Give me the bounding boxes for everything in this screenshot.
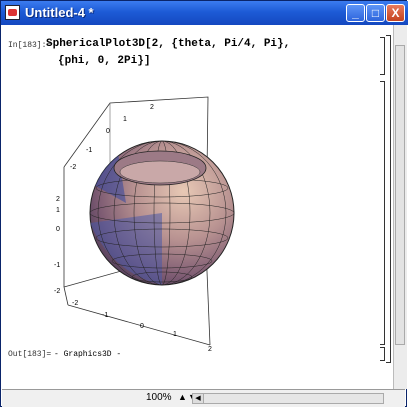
input-code-line-2[interactable]: {phi, 0, 2Pi}] <box>58 55 150 67</box>
z-tick-label: -2 <box>70 164 76 171</box>
bounding-box-edge <box>67 304 211 346</box>
x-tick-label: 1 <box>173 331 177 338</box>
sphere-opening-inner <box>119 160 201 184</box>
title-bar[interactable]: Untitled-4 * _ □ X <box>1 1 408 25</box>
vertical-scrollbar[interactable] <box>393 25 407 389</box>
z-tick-label: 1 <box>123 116 127 123</box>
y-tick-label: 2 <box>56 196 60 203</box>
y-tick-label: -2 <box>54 288 60 295</box>
scroll-left-arrow-icon[interactable]: ◀ <box>193 394 204 403</box>
close-button[interactable]: X <box>386 4 405 22</box>
x-tick-label: 2 <box>208 346 212 353</box>
output-value: - Graphics3D - <box>54 350 122 359</box>
y-tick-label: 1 <box>56 207 60 214</box>
input-code-line-1[interactable]: SphericalPlot3D[2, {theta, Pi/4, Pi}, <box>46 38 290 50</box>
x-tick-label: -1 <box>102 312 108 319</box>
z-tick-label: -1 <box>86 147 92 154</box>
notebook-window: Untitled-4 * _ □ X In[183]:= SphericalPl… <box>0 0 408 407</box>
minimize-button[interactable]: _ <box>346 4 365 22</box>
horizontal-scrollbar[interactable]: ◀ <box>192 393 384 404</box>
cell-bracket-graphic[interactable] <box>380 81 385 345</box>
x-tick-label: 0 <box>140 323 144 330</box>
cell-bracket-output[interactable] <box>380 347 385 361</box>
mathematica-app-icon[interactable] <box>5 5 20 20</box>
zoom-up-arrow-icon[interactable]: ▲ <box>178 392 187 402</box>
x-tick-label: -2 <box>72 300 78 307</box>
cell-bracket-input[interactable] <box>380 37 385 75</box>
bounding-box-edge <box>63 286 69 306</box>
spherical-plot-graphic[interactable]: 2 1 0 -1 -2 2 1 0 -1 -2 -2 -1 0 1 2 <box>2 73 262 353</box>
z-tick-label: 0 <box>106 128 110 135</box>
z-tick-label: 2 <box>150 104 154 111</box>
maximize-button[interactable]: □ <box>366 4 385 22</box>
y-tick-label: 0 <box>56 226 60 233</box>
input-cell-label: In[183]:= <box>8 41 52 50</box>
vertical-scroll-thumb[interactable] <box>395 45 405 345</box>
window-title: Untitled-4 * <box>25 5 94 20</box>
status-bar: 100% ▲ ▼ ◀ <box>2 389 405 407</box>
notebook-content[interactable]: In[183]:= SphericalPlot3D[2, {theta, Pi/… <box>2 25 405 387</box>
output-cell-label: Out[183]= <box>8 350 52 359</box>
y-tick-label: -1 <box>54 262 60 269</box>
zoom-level[interactable]: 100% <box>146 392 172 403</box>
cell-group-bracket[interactable] <box>386 35 391 363</box>
